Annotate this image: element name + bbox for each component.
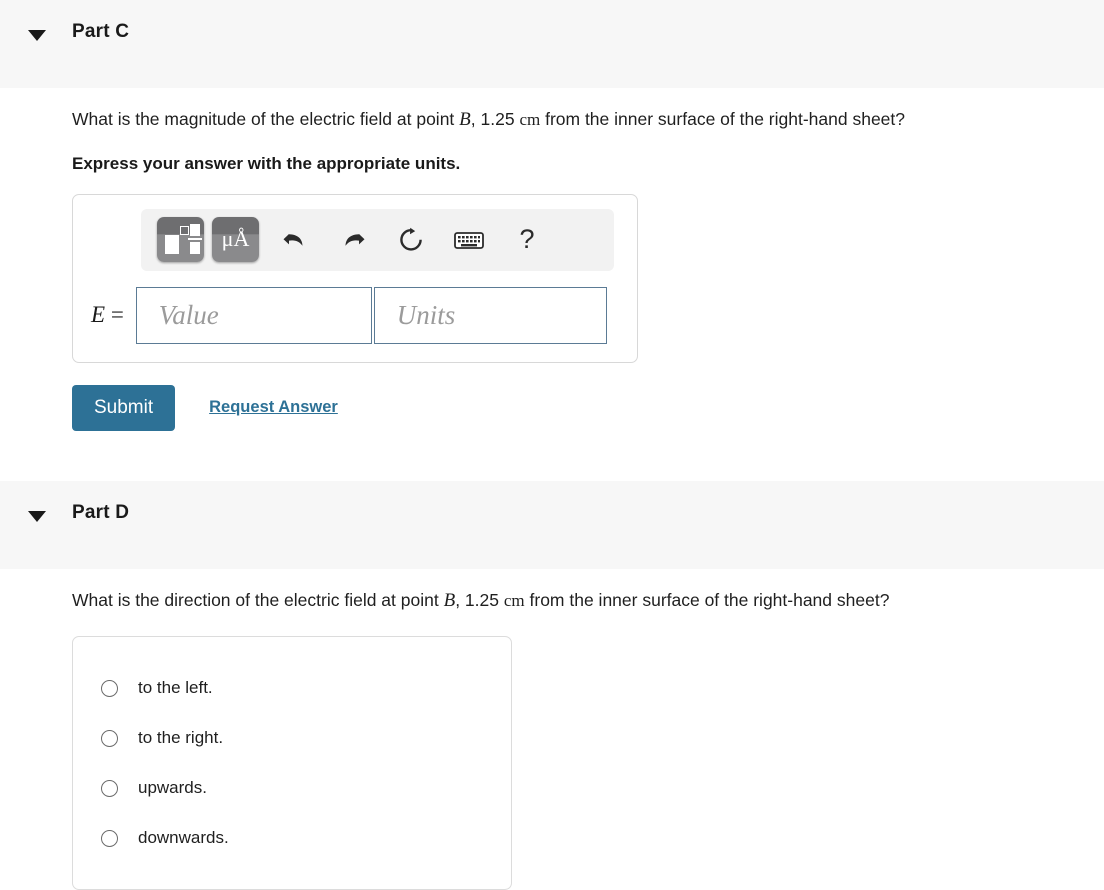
question-distance-value: 1.25 [464, 589, 499, 610]
question-distance-unit: cm [519, 110, 541, 129]
part-c-body: What is the magnitude of the electric fi… [0, 88, 1104, 481]
radio-icon[interactable] [101, 829, 118, 847]
part-c-answer-box: μÅ ? E = Value Units [72, 193, 638, 363]
choice-label: downwards. [138, 828, 229, 848]
redo-icon[interactable] [331, 218, 375, 262]
part-d-choice-box: to the left. to the right. upwards. down… [72, 636, 512, 890]
question-text-mid: , [455, 589, 465, 610]
keyboard-icon[interactable] [447, 218, 491, 262]
radio-icon[interactable] [101, 729, 118, 747]
part-c-title: Part C [72, 21, 130, 42]
question-point-label: B [443, 589, 456, 611]
part-d-body: What is the direction of the electric fi… [0, 569, 1104, 890]
choice-option-upwards[interactable]: upwards. [73, 763, 511, 813]
help-button[interactable]: ? [505, 218, 549, 262]
choice-label: to the right. [138, 728, 224, 748]
answer-variable-label: E = [91, 302, 124, 328]
triangle-down-icon[interactable] [28, 30, 46, 41]
question-point-label: B [459, 109, 471, 130]
request-answer-link[interactable]: Request Answer [209, 398, 338, 417]
choice-label: to the left. [138, 678, 213, 698]
undo-icon[interactable] [273, 218, 317, 262]
choice-option-downwards[interactable]: downwards. [73, 813, 511, 863]
units-button[interactable]: μÅ [212, 217, 259, 263]
radio-icon[interactable] [101, 679, 118, 697]
part-d-header[interactable]: Part D [0, 480, 1104, 569]
question-text-mid: , [470, 109, 481, 129]
submit-button[interactable]: Submit [72, 384, 176, 431]
choice-option-to-the-left[interactable]: to the left. [73, 663, 511, 713]
question-text-post: from the inner surface of the right-hand… [524, 589, 890, 610]
choice-label: upwards. [138, 778, 207, 798]
part-c-actions: Submit Request Answer [72, 384, 1076, 431]
part-d-question: What is the direction of the electric fi… [72, 569, 1076, 615]
part-c-header[interactable]: Part C [0, 0, 1104, 88]
answer-units-input[interactable] [373, 286, 607, 344]
answer-value-input[interactable] [135, 286, 372, 344]
math-toolbar: μÅ ? [141, 208, 614, 271]
question-text-pre: What is the magnitude of the electric fi… [72, 109, 460, 129]
question-distance-value: 1.25 [480, 109, 515, 129]
math-template-icon[interactable] [157, 217, 204, 263]
radio-icon[interactable] [101, 779, 118, 797]
part-c-instruction: Express your answer with the appropriate… [72, 153, 461, 173]
reset-icon[interactable] [389, 218, 433, 262]
help-button-label: ? [519, 224, 535, 255]
choice-option-to-the-right[interactable]: to the right. [73, 713, 511, 763]
part-c-question: What is the magnitude of the electric fi… [72, 88, 1076, 134]
answer-input-row: E = [73, 286, 637, 344]
question-text-pre: What is the direction of the electric fi… [72, 589, 444, 610]
part-d-title: Part D [72, 501, 130, 523]
question-distance-unit: cm [503, 590, 525, 610]
units-button-label: μÅ [221, 225, 250, 251]
triangle-down-icon[interactable] [28, 510, 46, 522]
question-text-post: from the inner surface of the right-hand… [540, 109, 906, 129]
